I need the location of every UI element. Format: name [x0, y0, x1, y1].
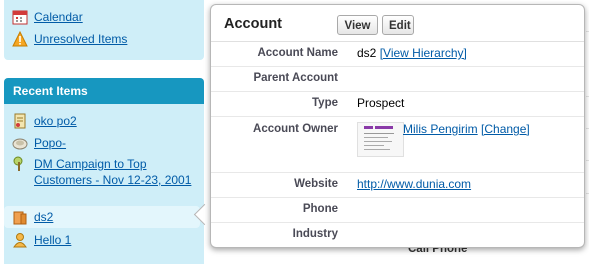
recent-item[interactable]: Popo-: [12, 135, 192, 151]
website-label: Website: [294, 178, 338, 190]
parent-account-label: Parent Account: [253, 72, 338, 84]
contract-icon: [12, 113, 28, 129]
view-hierarchy-link[interactable]: [View Hierarchy]: [380, 46, 467, 60]
view-button[interactable]: View: [337, 15, 378, 35]
popup-title: Account: [224, 16, 282, 32]
row-account-owner: Account Owner Milis Pengirim [Change]: [211, 117, 584, 173]
row-parent-account: Parent Account: [211, 67, 584, 92]
unresolved-items-link[interactable]: Unresolved Items: [34, 32, 127, 46]
recent-item[interactable]: oko po2: [12, 113, 192, 129]
contact-icon: [12, 232, 28, 248]
account-name-label: Account Name: [257, 47, 338, 59]
website-link[interactable]: http://www.dunia.com: [357, 177, 471, 191]
recent-item-selected[interactable]: ds2: [4, 206, 200, 228]
row-website: Website http://www.dunia.com: [211, 173, 584, 198]
campaign-icon: [12, 156, 28, 172]
calendar-icon: [12, 9, 28, 25]
website-value: http://www.dunia.com: [357, 177, 471, 191]
owner-photo[interactable]: [357, 122, 404, 157]
owner-name-link[interactable]: Milis Pengirim: [403, 122, 478, 136]
row-type: Type Prospect: [211, 92, 584, 117]
recent-item-label[interactable]: oko po2: [34, 113, 77, 129]
type-value: Prospect: [357, 96, 405, 110]
account-name-value: ds2 [View Hierarchy]: [357, 46, 467, 60]
account-owner-value: Milis Pengirim [Change]: [403, 122, 530, 136]
recent-item[interactable]: Hello 1: [12, 232, 192, 248]
popup-header: Account View Edit: [211, 5, 584, 42]
lead-icon: [12, 135, 28, 151]
recent-items-header: Recent Items: [4, 78, 204, 104]
warning-icon: [12, 30, 28, 47]
type-label: Type: [312, 97, 338, 109]
recent-item-label[interactable]: ds2: [34, 209, 53, 225]
sidebar: Calendar Unresolved Items Recent Items o…: [0, 0, 210, 264]
account-owner-label: Account Owner: [253, 123, 338, 135]
account-icon: [12, 209, 28, 225]
account-name-text: ds2: [357, 46, 377, 60]
sidebar-links-box: Calendar Unresolved Items: [4, 0, 204, 60]
account-hover-popup: Account View Edit Account Name ds2 [View…: [210, 4, 585, 248]
edit-button[interactable]: Edit: [382, 15, 414, 35]
sidebar-link-unresolved[interactable]: Unresolved Items: [12, 30, 127, 47]
recent-item[interactable]: DM Campaign to Top Customers - Nov 12-23…: [12, 156, 192, 188]
recent-item-label[interactable]: DM Campaign to Top Customers - Nov 12-23…: [34, 156, 192, 188]
recent-item-label[interactable]: Popo-: [34, 135, 66, 151]
row-industry: Industry: [211, 223, 584, 246]
phone-label: Phone: [302, 203, 338, 215]
change-owner-link[interactable]: [Change]: [481, 122, 530, 136]
row-phone: Phone: [211, 198, 584, 223]
industry-label: Industry: [292, 228, 338, 240]
row-account-name: Account Name ds2 [View Hierarchy]: [211, 42, 584, 67]
calendar-link[interactable]: Calendar: [34, 10, 83, 24]
recent-items-list: oko po2 Popo- DM Campaign to Top Custome…: [4, 104, 204, 264]
recent-item-label[interactable]: Hello 1: [34, 232, 71, 248]
sidebar-link-calendar[interactable]: Calendar: [12, 9, 83, 25]
